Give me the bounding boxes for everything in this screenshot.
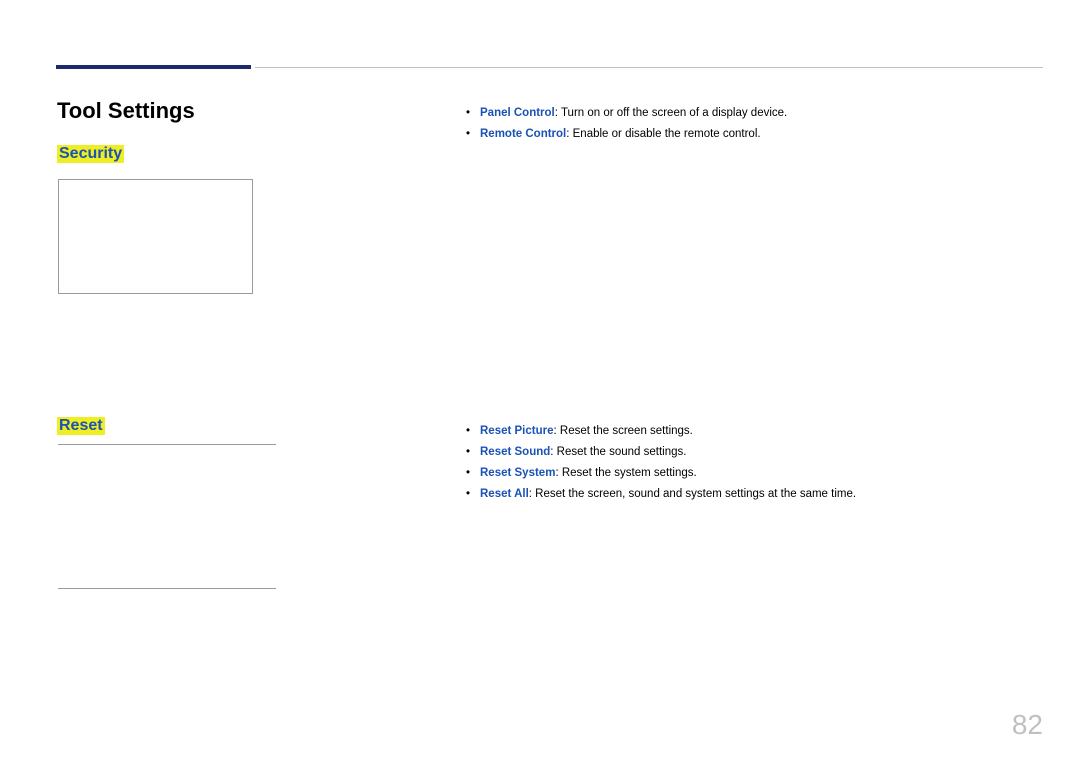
bullet-label: Panel Control — [480, 107, 555, 119]
reset-rule-top — [58, 444, 276, 445]
bullet-item: • Panel Control: Turn on or off the scre… — [466, 103, 787, 123]
bullet-item: • Remote Control: Enable or disable the … — [466, 124, 787, 144]
top-horizontal-rule — [255, 67, 1043, 68]
bullet-content: Remote Control: Enable or disable the re… — [480, 124, 761, 144]
bullet-content: Reset Sound: Reset the sound settings. — [480, 442, 686, 462]
bullet-list-top: • Panel Control: Turn on or off the scre… — [466, 103, 787, 145]
bullet-dot-icon: • — [466, 124, 480, 144]
bullet-item: • Reset System: Reset the system setting… — [466, 463, 856, 483]
reset-rule-bottom — [58, 588, 276, 589]
bullet-label: Reset System — [480, 467, 555, 479]
bullet-text: : Turn on or off the screen of a display… — [555, 107, 787, 119]
bullet-text: : Reset the screen settings. — [554, 425, 693, 437]
bullet-item: • Reset Sound: Reset the sound settings. — [466, 442, 856, 462]
page-number: 82 — [1012, 709, 1043, 741]
bullet-item: • Reset Picture: Reset the screen settin… — [466, 421, 856, 441]
bullet-item: • Reset All: Reset the screen, sound and… — [466, 484, 856, 504]
bullet-content: Reset System: Reset the system settings. — [480, 463, 697, 483]
bullet-label: Reset Picture — [480, 425, 554, 437]
section-heading-reset: Reset — [57, 417, 105, 435]
bullet-content: Panel Control: Turn on or off the screen… — [480, 103, 787, 123]
bullet-label: Reset All — [480, 488, 529, 500]
bullet-content: Reset All: Reset the screen, sound and s… — [480, 484, 856, 504]
section-heading-security: Security — [57, 145, 124, 163]
top-accent-bar — [56, 65, 251, 69]
bullet-dot-icon: • — [466, 463, 480, 483]
page-title: Tool Settings — [57, 98, 195, 124]
bullet-dot-icon: • — [466, 442, 480, 462]
bullet-text: : Reset the system settings. — [555, 467, 696, 479]
bullet-dot-icon: • — [466, 421, 480, 441]
bullet-label: Remote Control — [480, 128, 566, 140]
bullet-content: Reset Picture: Reset the screen settings… — [480, 421, 693, 441]
security-box-placeholder — [58, 179, 253, 294]
bullet-list-bottom: • Reset Picture: Reset the screen settin… — [466, 421, 856, 505]
bullet-text: : Enable or disable the remote control. — [566, 128, 760, 140]
bullet-label: Reset Sound — [480, 446, 550, 458]
bullet-dot-icon: • — [466, 484, 480, 504]
bullet-text: : Reset the screen, sound and system set… — [529, 488, 856, 500]
bullet-text: : Reset the sound settings. — [550, 446, 686, 458]
bullet-dot-icon: • — [466, 103, 480, 123]
